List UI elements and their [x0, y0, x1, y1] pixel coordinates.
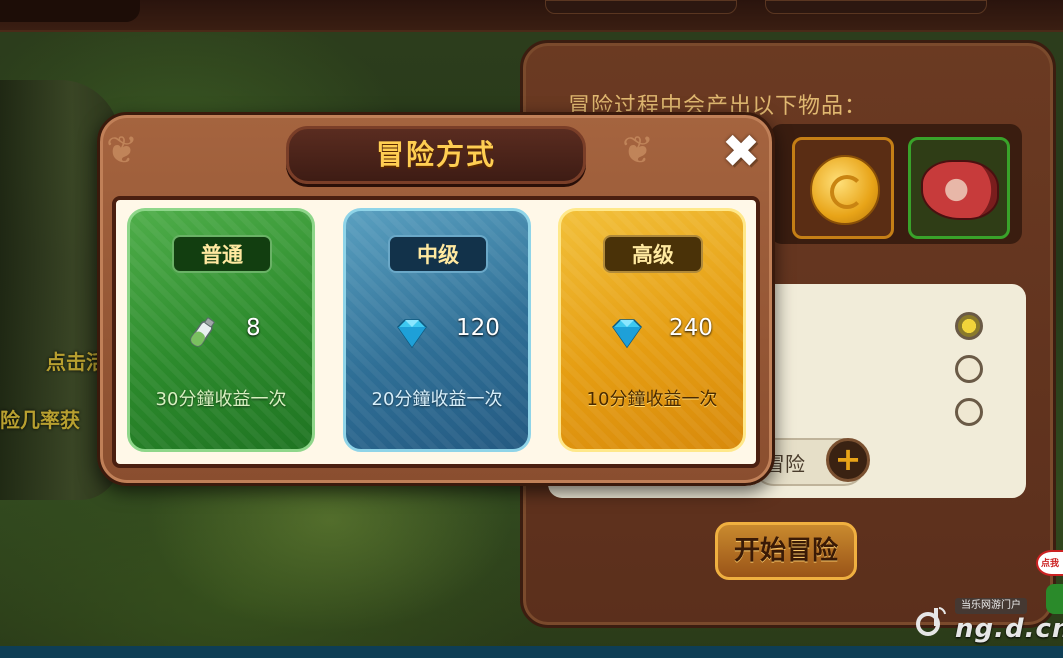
mascot-icon[interactable]	[1046, 584, 1063, 614]
mascot-text: 点我	[1041, 559, 1060, 569]
option-radio-3[interactable]	[955, 398, 983, 426]
potion-bottle-icon	[190, 317, 215, 347]
mode-description: 30分鐘收益一次	[155, 389, 287, 410]
mode-description: 20分鐘收益一次	[371, 389, 503, 410]
dialog-title: 冒险方式	[375, 138, 496, 171]
mode-description: 10分鐘收益一次	[586, 389, 718, 410]
reward-slot-meat[interactable]	[908, 137, 1010, 239]
watermark-text: ng.d.cn	[955, 614, 1063, 644]
mode-label: 高级	[632, 243, 674, 267]
leaf-ornament-icon: ❦	[622, 128, 654, 172]
watermark-logo-icon	[916, 607, 946, 636]
diamond-icon	[612, 319, 642, 349]
mode-cost: 240	[669, 315, 713, 341]
leaf-ornament-icon: ❦	[106, 128, 138, 172]
close-button[interactable]: ✖	[718, 128, 764, 174]
add-button[interactable]: +	[826, 438, 870, 482]
option-radio-2[interactable]	[955, 355, 983, 383]
mode-card-normal[interactable]: 普通 8 30分鐘收益一次	[127, 208, 315, 452]
top-bar-left	[0, 0, 140, 22]
option-radio-1[interactable]	[955, 312, 983, 340]
meat-icon	[921, 160, 999, 220]
reward-slot-coin[interactable]	[792, 137, 894, 239]
top-bar-slot	[545, 0, 737, 14]
watermark-badge: 当乐网游门户	[955, 598, 1027, 614]
background-hint-text: 险几率获	[0, 408, 80, 432]
mode-label: 中级	[417, 243, 459, 267]
mode-card-advanced[interactable]: 高级 240 10分鐘收益一次	[558, 208, 746, 452]
mode-card-medium[interactable]: 中级 120 20分鐘收益一次	[343, 208, 531, 452]
top-bar-slot	[765, 0, 987, 14]
mode-cost: 8	[246, 315, 261, 341]
top-bar	[0, 0, 1063, 32]
mode-label: 普通	[201, 243, 243, 267]
start-adventure-button[interactable]: 开始冒险	[715, 522, 857, 580]
bottom-bar	[0, 646, 1063, 658]
mode-cost: 120	[456, 315, 500, 341]
gold-coin-icon	[810, 155, 880, 225]
diamond-icon	[397, 319, 427, 349]
